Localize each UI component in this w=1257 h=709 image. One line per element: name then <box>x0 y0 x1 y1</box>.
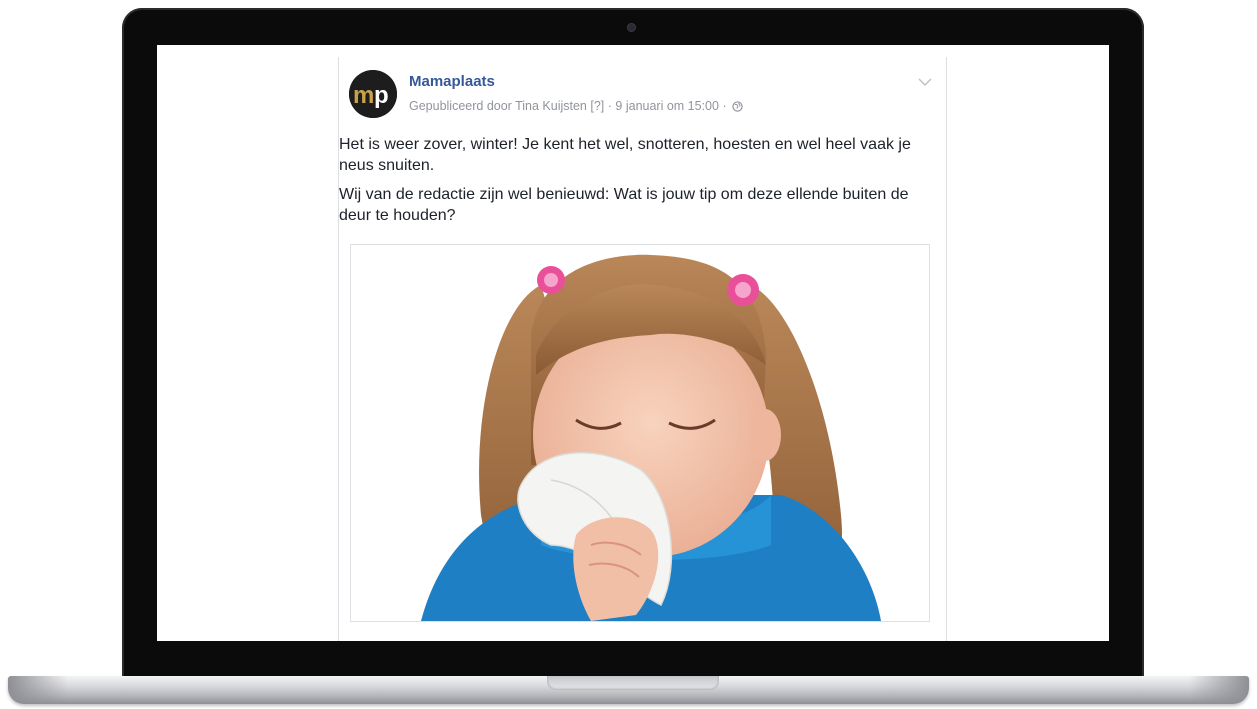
post-paragraph: Het is weer zover, winter! Je kent het w… <box>339 136 911 174</box>
post-photo[interactable] <box>350 244 930 622</box>
svg-text:m: m <box>353 82 374 109</box>
post-meta: Gepubliceerd door Tina Kuijsten [?] · 9 … <box>409 99 743 115</box>
svg-text:p: p <box>374 82 389 109</box>
separator: · <box>722 99 727 113</box>
globe-icon[interactable] <box>732 101 743 115</box>
facebook-post: m p Mamaplaats Gepubliceerd door Tina Ku… <box>338 57 947 641</box>
laptop-opening-notch <box>547 676 719 690</box>
post-date[interactable]: 9 januari om 15:00 <box>615 99 719 113</box>
camera-icon <box>628 24 635 31</box>
help-marker[interactable]: [?] <box>590 99 604 113</box>
chevron-down-icon[interactable] <box>918 74 932 87</box>
avatar[interactable]: m p <box>349 70 397 118</box>
published-by: Gepubliceerd door Tina Kuijsten <box>409 99 587 113</box>
post-paragraph: Wij van de redactie zijn wel benieuwd: W… <box>339 186 909 224</box>
separator: · <box>607 99 612 113</box>
laptop-screen: m p Mamaplaats Gepubliceerd door Tina Ku… <box>157 45 1109 641</box>
child-blowing-nose-photo <box>351 245 929 621</box>
mamaplaats-logo: m p <box>349 70 397 118</box>
page-name-link[interactable]: Mamaplaats <box>409 73 495 90</box>
post-text: Het is weer zover, winter! Je kent het w… <box>339 134 934 234</box>
